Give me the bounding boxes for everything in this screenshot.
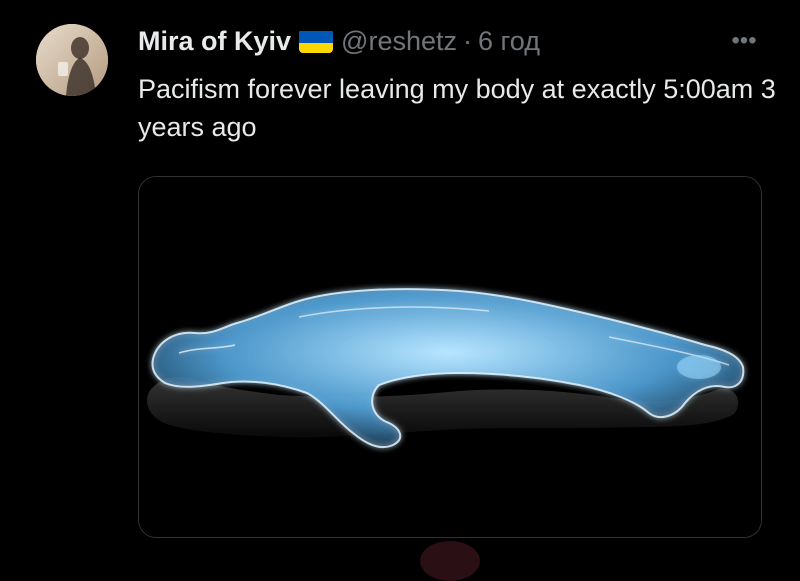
author-name[interactable]: Mira of Kyiv [138,24,291,58]
glowing-body-image [139,177,761,537]
tweet-text: Pacifism forever leaving my body at exac… [138,74,776,142]
author-handle[interactable]: @reshetz [341,24,457,58]
more-dots-icon[interactable]: ••• [726,29,762,53]
tweet-header: Mira of Kyiv @reshetz · 6 год [138,24,540,58]
reaction-bubble[interactable] [420,541,480,581]
tweet-media[interactable] [138,176,762,538]
avatar-image [36,24,108,96]
ukraine-flag-icon [299,29,334,53]
avatar[interactable] [36,24,108,96]
timestamp[interactable]: 6 год [478,24,540,58]
separator-dot: · [463,26,472,56]
